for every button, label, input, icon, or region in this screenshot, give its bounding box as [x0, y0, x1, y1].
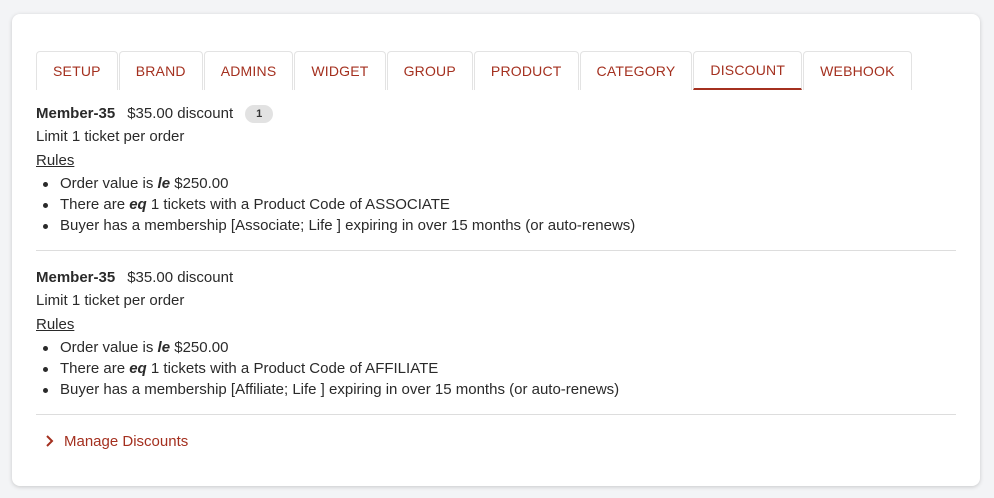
- manage-discounts-label: Manage Discounts: [64, 432, 189, 450]
- tab-category[interactable]: CATEGORY: [579, 51, 693, 90]
- discount-name: Member-35: [36, 269, 116, 286]
- discount-amount: $35.00 discount: [127, 105, 234, 122]
- rule-item: Order value is le $250.00: [36, 337, 956, 358]
- tab-bar: SETUP BRAND ADMINS WIDGET GROUP PRODUCT …: [36, 51, 913, 90]
- rules-heading: Rules: [36, 316, 75, 333]
- discount-list: Member-35 $35.00 discount 1 Limit 1 tick…: [36, 103, 956, 451]
- tab-brand[interactable]: BRAND: [118, 51, 203, 90]
- rule-text: Buyer has a membership [Associate; Life …: [60, 217, 636, 234]
- rules-list: Order value is le $250.00 There are eq 1…: [36, 173, 956, 236]
- rule-operator: le: [157, 339, 171, 356]
- manage-discounts-link[interactable]: Manage Discounts: [36, 431, 956, 451]
- tab-admins[interactable]: ADMINS: [203, 51, 294, 90]
- rule-text: There are: [60, 360, 126, 377]
- rule-item: Buyer has a membership [Affiliate; Life …: [36, 379, 956, 400]
- rule-operator: eq: [129, 196, 147, 213]
- rule-text: There are: [60, 196, 126, 213]
- tab-group[interactable]: GROUP: [386, 51, 473, 90]
- discount-item: Member-35 $35.00 discount Limit 1 ticket…: [36, 267, 956, 415]
- rule-item: There are eq 1 tickets with a Product Co…: [36, 358, 956, 379]
- rule-text: Order value is: [60, 339, 154, 356]
- rule-item: Order value is le $250.00: [36, 173, 956, 194]
- discount-header: Member-35 $35.00 discount 1: [36, 103, 956, 125]
- rules-heading: Rules: [36, 152, 75, 169]
- tab-webhook[interactable]: WEBHOOK: [803, 51, 912, 90]
- rule-text: Buyer has a membership [Affiliate; Life …: [60, 381, 620, 398]
- rule-value: $250.00: [174, 175, 229, 192]
- rule-operator: eq: [129, 360, 147, 377]
- usage-count-badge: 1: [245, 105, 274, 123]
- discount-panel: SETUP BRAND ADMINS WIDGET GROUP PRODUCT …: [12, 14, 980, 486]
- rule-value: 1 tickets with a Product Code of AFFILIA…: [150, 360, 439, 377]
- discount-header: Member-35 $35.00 discount: [36, 267, 956, 289]
- tab-setup[interactable]: SETUP: [36, 51, 118, 90]
- tab-product[interactable]: PRODUCT: [473, 51, 579, 90]
- discount-amount: $35.00 discount: [127, 269, 234, 286]
- rule-operator: le: [157, 175, 171, 192]
- tab-widget[interactable]: WIDGET: [294, 51, 386, 90]
- discount-limit: Limit 1 ticket per order: [36, 292, 185, 309]
- rule-text: Order value is: [60, 175, 154, 192]
- tab-discount[interactable]: DISCOUNT: [693, 51, 803, 90]
- rules-list: Order value is le $250.00 There are eq 1…: [36, 337, 956, 400]
- rule-value: 1 tickets with a Product Code of ASSOCIA…: [150, 196, 450, 213]
- discount-name: Member-35: [36, 105, 116, 122]
- rule-item: There are eq 1 tickets with a Product Co…: [36, 194, 956, 215]
- discount-limit: Limit 1 ticket per order: [36, 128, 185, 145]
- rule-value: $250.00: [174, 339, 229, 356]
- discount-item: Member-35 $35.00 discount 1 Limit 1 tick…: [36, 103, 956, 251]
- rule-item: Buyer has a membership [Associate; Life …: [36, 215, 956, 236]
- chevron-right-icon: [40, 431, 60, 451]
